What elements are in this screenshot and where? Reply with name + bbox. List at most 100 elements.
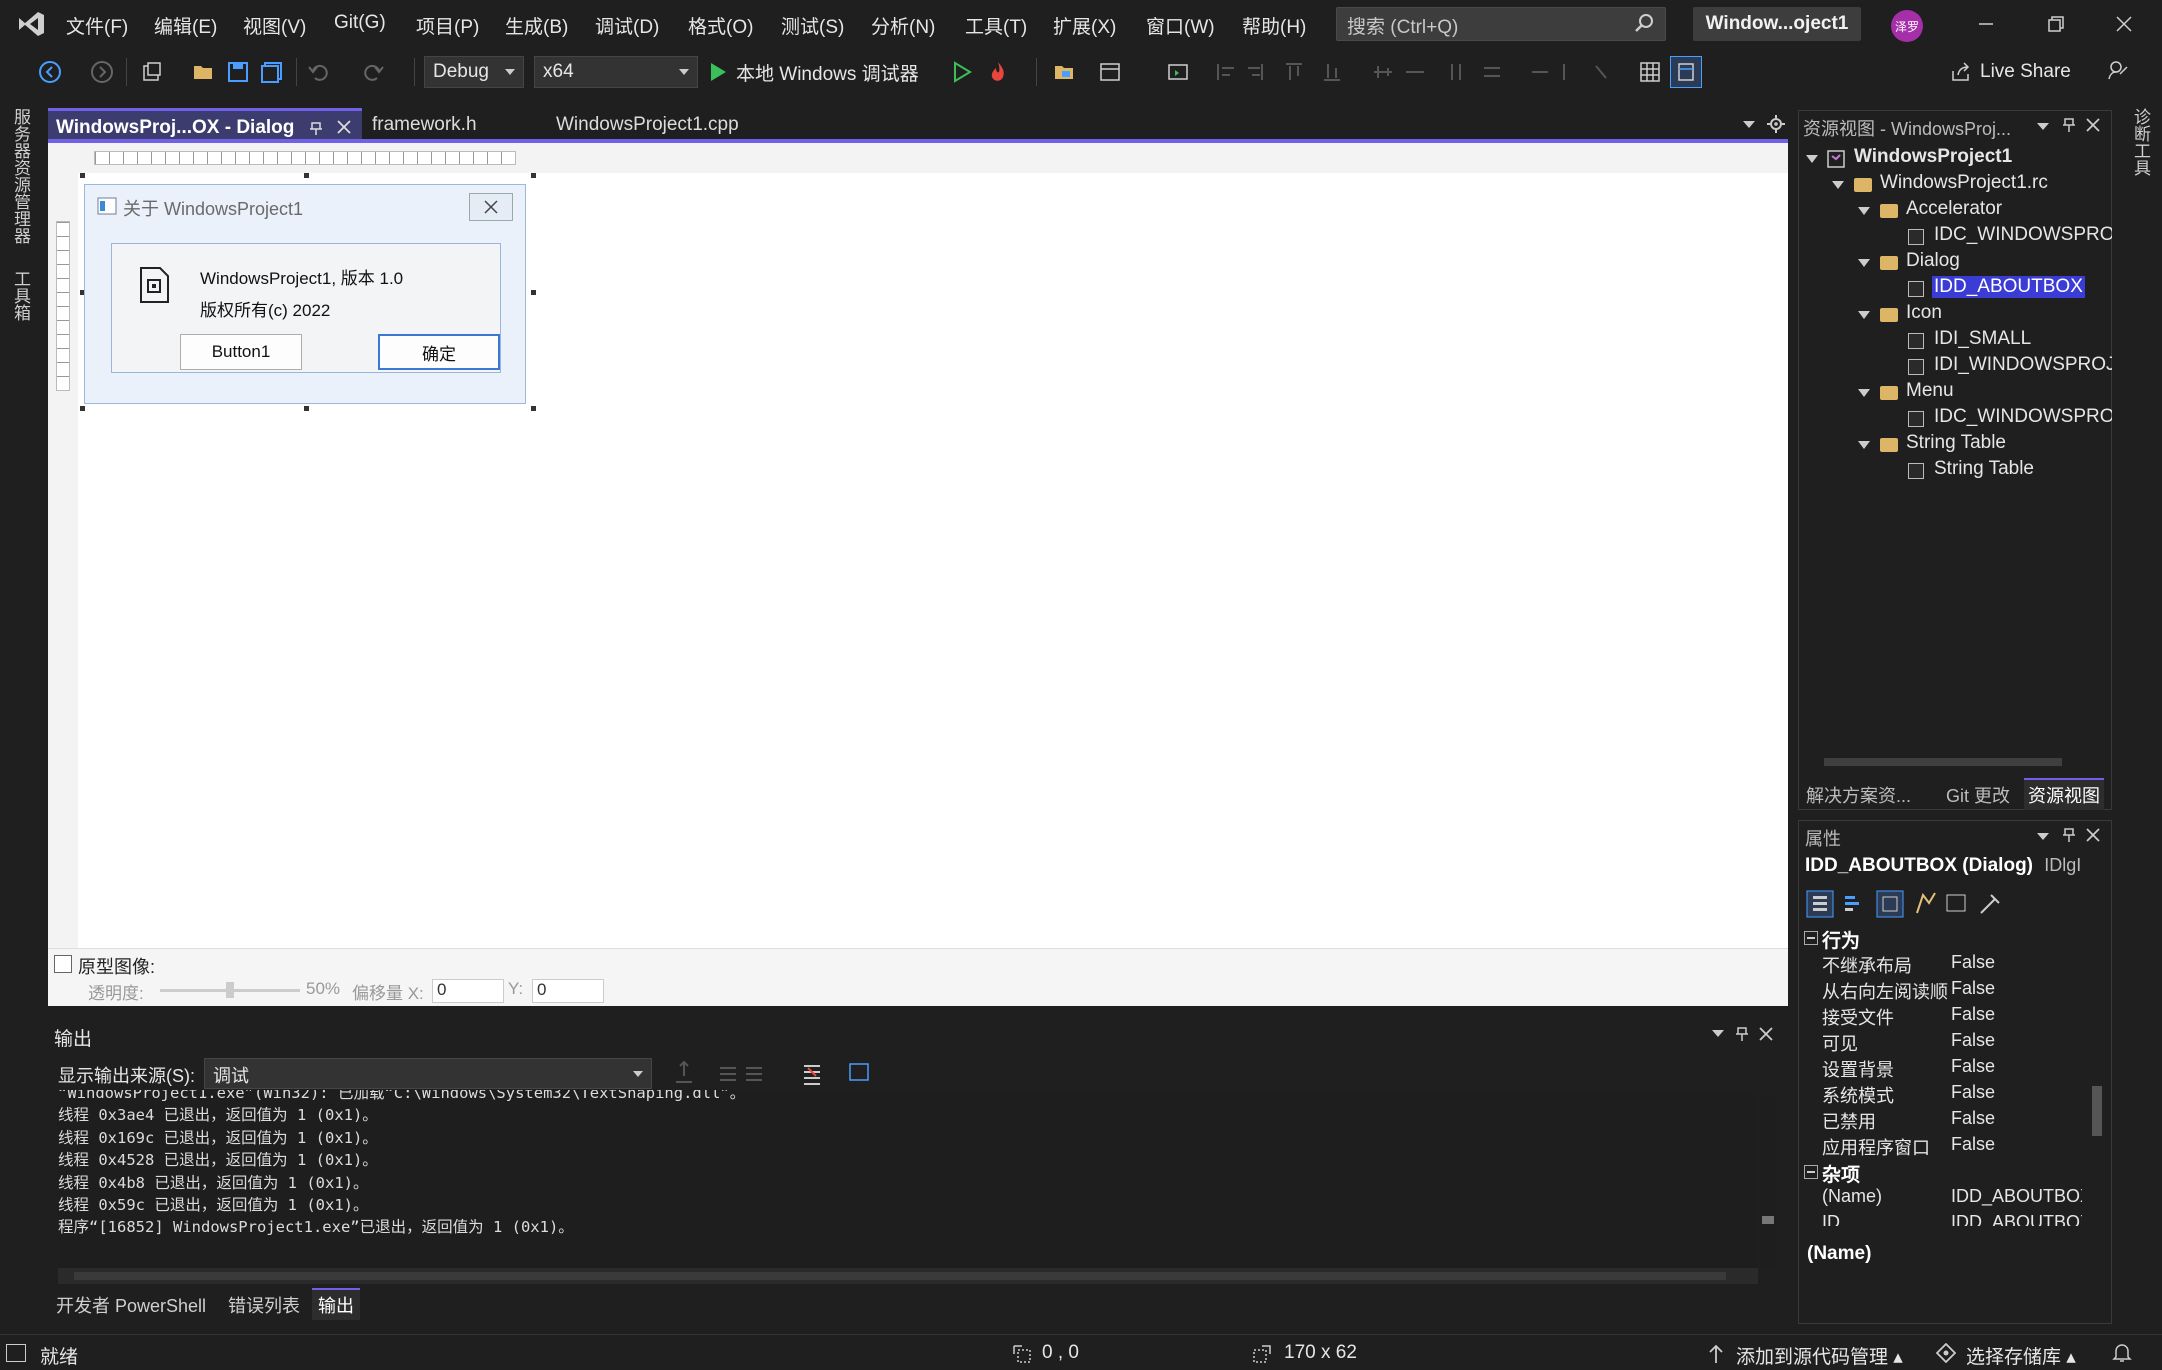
tree-item-menu-res[interactable]: IDC_WINDOWSPROJ: [1908, 406, 2112, 432]
selection-handle[interactable]: [304, 173, 309, 178]
menu-extensions[interactable]: 扩展(X): [1053, 12, 1116, 39]
feedback-icon[interactable]: [2104, 56, 2132, 84]
prop-row[interactable]: 接受文件 False: [1822, 1004, 2082, 1030]
properties-scrollbar[interactable]: [2090, 926, 2104, 1226]
tree-item-icon[interactable]: Icon: [1858, 302, 2112, 328]
prop-row[interactable]: 应用程序窗口 False: [1822, 1134, 2082, 1160]
prop-row[interactable]: 已禁用 False: [1822, 1108, 2082, 1134]
properties-object-select[interactable]: IDD_ABOUTBOX (Dialog) IDlgI: [1805, 855, 2107, 883]
diagnostic-tools-tab[interactable]: 诊断工具: [2128, 108, 2153, 176]
prop-section-behavior[interactable]: 行为: [1804, 926, 2084, 952]
menu-build[interactable]: 生成(B): [505, 12, 568, 39]
scroll-thumb[interactable]: [74, 1272, 1726, 1280]
live-share-button[interactable]: Live Share: [1950, 58, 2082, 86]
menu-format[interactable]: 格式(O): [688, 12, 753, 39]
menu-git[interactable]: Git(G): [334, 12, 386, 34]
forward-icon[interactable]: [88, 58, 116, 86]
offset-y-input[interactable]: 0: [532, 979, 604, 1003]
properties-toolbar[interactable]: [1805, 889, 2005, 919]
panel-dropdown-icon[interactable]: [2033, 827, 2053, 847]
output-vertical-scrollbar[interactable]: [1760, 1096, 1776, 1266]
tab-resource-view[interactable]: 资源视图: [2024, 778, 2104, 810]
start-without-debug-icon[interactable]: [948, 58, 976, 86]
search-input[interactable]: 搜索 (Ctrl+Q): [1336, 7, 1666, 41]
output-log[interactable]: “WindowsProject1.exe”(Win32): 已加载“C:\Win…: [58, 1090, 1758, 1270]
tree-item-idd-aboutbox[interactable]: IDD_ABOUTBOX: [1908, 276, 2112, 302]
tree-item-idi-small[interactable]: IDI_SMALL: [1908, 328, 2112, 354]
toolbar-icon-3[interactable]: [1164, 58, 1192, 86]
tree-item-dialog[interactable]: Dialog: [1858, 250, 2112, 276]
toolbar-icon-2[interactable]: [1096, 58, 1124, 86]
dialog-close-icon[interactable]: [469, 193, 513, 221]
notifications-bell-icon[interactable]: [2112, 1342, 2132, 1370]
menu-view[interactable]: 视图(V): [243, 12, 306, 39]
prop-row[interactable]: 可见 False: [1822, 1030, 2082, 1056]
resource-horizontal-scrollbar[interactable]: [1804, 754, 2106, 770]
ok-button-control[interactable]: 确定: [378, 334, 500, 370]
menu-tools[interactable]: 工具(T): [965, 12, 1027, 39]
menu-edit[interactable]: 编辑(E): [154, 12, 217, 39]
prop-row[interactable]: 从右向左阅读顺 False: [1822, 978, 2082, 1004]
grid-icon[interactable]: [1636, 58, 1664, 86]
config-combo[interactable]: Debug: [424, 56, 524, 88]
open-folder-icon[interactable]: [190, 58, 218, 86]
minimize-icon[interactable]: [1968, 10, 2004, 38]
tab-dialog[interactable]: WindowsProj...OX - Dialog: [48, 108, 362, 142]
menu-debug[interactable]: 调试(D): [595, 12, 659, 39]
save-icon[interactable]: [224, 58, 252, 86]
toolbox-tab[interactable]: 工具箱: [8, 270, 33, 321]
panel-pin-icon[interactable]: [2059, 115, 2079, 135]
prototype-checkbox[interactable]: [54, 955, 72, 973]
tree-item-rc-file[interactable]: WindowsProject1.rc: [1832, 172, 2112, 198]
avatar[interactable]: 泽罗: [1891, 10, 1923, 42]
close-icon[interactable]: [2106, 10, 2142, 38]
tab-error-list[interactable]: 错误列表: [228, 1292, 300, 1318]
new-project-icon[interactable]: [138, 58, 166, 86]
add-to-source-control[interactable]: 添加到源代码管理 ▴: [1736, 1342, 1903, 1369]
save-all-icon[interactable]: [258, 58, 286, 86]
tab-list-dropdown-icon[interactable]: [1738, 114, 1760, 136]
tree-item-string-table[interactable]: String Table: [1908, 458, 2112, 484]
tree-item-accelerator-res[interactable]: IDC_WINDOWSPROJ: [1908, 224, 2112, 250]
selection-handle[interactable]: [304, 406, 309, 411]
tree-item-accelerator[interactable]: Accelerator: [1858, 198, 2112, 224]
undo-icon[interactable]: [304, 58, 332, 86]
platform-combo[interactable]: x64: [534, 56, 698, 88]
tab-windowsproject1-cpp[interactable]: WindowsProject1.cpp: [548, 108, 810, 142]
prop-row[interactable]: 设置背景 False: [1822, 1056, 2082, 1082]
panel-close-icon[interactable]: [2083, 115, 2103, 135]
solution-title[interactable]: Window...oject1: [1693, 7, 1861, 41]
panel-dropdown-icon[interactable]: [1708, 1024, 1728, 1044]
menu-project[interactable]: 项目(P): [416, 12, 479, 39]
guides-toggle-icon[interactable]: [1670, 56, 1702, 88]
scroll-thumb[interactable]: [1824, 758, 2062, 766]
output-horizontal-scrollbar[interactable]: [58, 1268, 1758, 1284]
scroll-thumb[interactable]: [2092, 1086, 2102, 1136]
prop-row[interactable]: 不继承布局 False: [1822, 952, 2082, 978]
server-explorer-tab[interactable]: 服务器资源管理器: [8, 108, 33, 244]
align-tools-group[interactable]: [1208, 60, 1608, 84]
redo-icon[interactable]: [360, 58, 388, 86]
select-repository[interactable]: 选择存储库 ▴: [1966, 1342, 2076, 1369]
selection-handle[interactable]: [531, 290, 536, 295]
tab-solution-explorer[interactable]: 解决方案资...: [1806, 782, 1911, 808]
tab-framework-h[interactable]: framework.h: [364, 108, 542, 142]
output-source-select[interactable]: 调试: [204, 1058, 652, 1089]
prop-section-misc[interactable]: 杂项: [1804, 1160, 2084, 1186]
tree-item-menu[interactable]: Menu: [1858, 380, 2112, 406]
button1-control[interactable]: Button1: [180, 334, 302, 370]
offset-x-input[interactable]: 0: [432, 979, 504, 1003]
prop-row[interactable]: (Name) IDD_ABOUTBOX: [1822, 1186, 2082, 1212]
selection-handle[interactable]: [531, 173, 536, 178]
back-icon[interactable]: [36, 58, 64, 86]
settings-gear-icon[interactable]: [1764, 112, 1788, 136]
transparency-slider-thumb[interactable]: [226, 982, 234, 998]
tab-close-icon[interactable]: [336, 119, 352, 141]
tab-output[interactable]: 输出: [312, 1288, 360, 1320]
selection-handle[interactable]: [531, 406, 536, 411]
output-toolbar-icons[interactable]: [672, 1060, 872, 1088]
selection-handle[interactable]: [80, 173, 85, 178]
restore-icon[interactable]: [2038, 10, 2074, 38]
about-dialog-preview[interactable]: 关于 WindowsProject1 WindowsProject1, 版本 1…: [84, 184, 526, 404]
tree-item-project[interactable]: WindowsProject1: [1806, 146, 2106, 172]
